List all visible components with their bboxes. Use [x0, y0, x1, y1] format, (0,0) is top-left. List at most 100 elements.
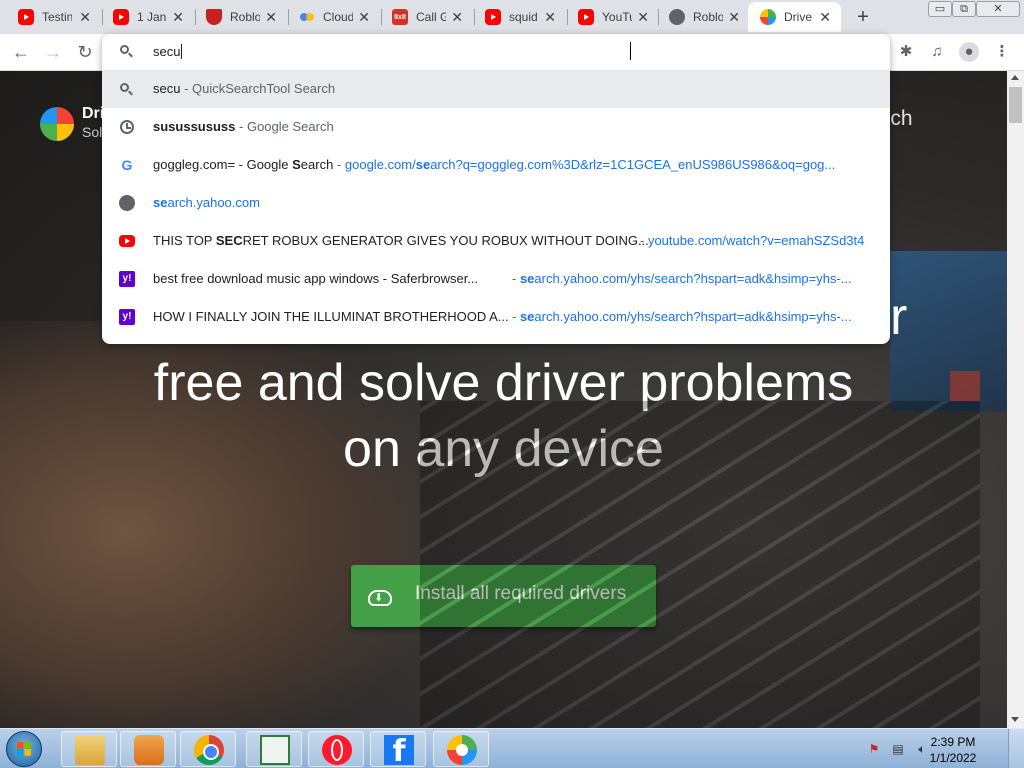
suggestion-separator: - — [512, 309, 520, 324]
youtube-icon — [578, 9, 594, 25]
history-clock-icon — [120, 120, 134, 134]
media-center-icon — [134, 735, 164, 765]
suggestion-text: THIS TOP SECRET ROBUX GENERATOR GIVES YO… — [153, 233, 649, 248]
suggestion-url: - youtube.com/watch?v=emahSZSd3t4 — [640, 233, 864, 248]
suggestion-5[interactable]: THIS TOP SECRET ROBUX GENERATOR GIVES YO… — [102, 222, 890, 260]
document-icon — [260, 735, 290, 765]
restore-button[interactable]: ⧉ — [952, 1, 976, 17]
suggestion-url-text: arch.yahoo.com/yhs/search?hspart=adk&hsi… — [534, 271, 852, 286]
suggestion-4[interactable]: search.yahoo.com — [102, 184, 890, 222]
tab-9-active[interactable]: Drive ✕ — [748, 2, 841, 32]
close-icon[interactable]: ✕ — [265, 9, 277, 25]
suggestion-3[interactable]: G goggleg.com= - Google Search - google.… — [102, 146, 890, 184]
suggestion-query-tail: RET ROBUX GENERATOR GIVES YOU ROBUX WITH… — [242, 233, 649, 248]
close-icon[interactable]: ✕ — [79, 9, 91, 25]
tab-5[interactable]: 8x8 Call G ✕ — [380, 2, 473, 32]
start-button[interactable] — [6, 731, 42, 767]
suggestion-text: susussususs - Google Search — [153, 119, 334, 134]
suggestion-url-match: se — [415, 157, 431, 172]
suggestion-query: secu — [153, 81, 181, 96]
menu-kebab-icon[interactable]: ⋮ — [992, 42, 1012, 62]
suggestion-url-match: se — [519, 309, 535, 324]
text-cursor-ibeam — [630, 42, 632, 60]
close-icon[interactable]: ✕ — [358, 9, 370, 25]
close-window-button[interactable]: ✕ — [976, 1, 1020, 17]
back-arrow-icon[interactable]: ← — [9, 40, 33, 64]
network-icon[interactable]: ▤ — [890, 742, 906, 756]
close-icon[interactable]: ✕ — [637, 9, 649, 25]
reload-icon[interactable]: ↻ — [73, 40, 97, 64]
windows-taskbar: f ⚑ ▤ 🔈︎ 2:39 PM 1/1/2022 — [0, 728, 1024, 768]
tab-title: Cloud — [323, 10, 353, 24]
suggestion-7[interactable]: y! HOW I FINALLY JOIN THE ILLUMINAT BROT… — [102, 298, 890, 336]
chrome-icon — [194, 735, 224, 765]
close-icon[interactable]: ✕ — [819, 9, 831, 25]
youtube-icon — [119, 235, 135, 247]
clock-time[interactable]: 2:39 PM — [925, 735, 981, 749]
extensions-puzzle-icon[interactable]: ✱ — [896, 42, 916, 62]
shield-icon — [206, 9, 222, 25]
suggestion-url: arch.yahoo.com — [167, 195, 260, 210]
suggestion-query: usussususs — [160, 119, 236, 134]
tab-8[interactable]: Roblo ✕ — [657, 2, 750, 32]
omnibox-text[interactable]: secu — [153, 44, 182, 59]
suggestion-query: goggleg.com= - Google — [153, 157, 293, 172]
tab-1[interactable]: Testin ✕ — [6, 2, 101, 32]
omnibox-dropdown: secu secu - QuickSearchTool Search susus… — [102, 34, 890, 344]
close-icon[interactable]: ✕ — [544, 9, 556, 25]
scroll-down-arrow-icon[interactable] — [1011, 717, 1019, 722]
taskbar-app-chrome-canary[interactable] — [433, 731, 489, 767]
close-icon[interactable]: ✕ — [451, 9, 463, 25]
suggestion-url: google.com/ — [344, 157, 416, 172]
suggestion-2[interactable]: susussususs - Google Search — [102, 108, 890, 146]
suggestion-url-match: se — [153, 195, 168, 210]
tab-3[interactable]: Roblo ✕ — [194, 2, 287, 32]
install-drivers-button[interactable]: Install all required drivers — [351, 565, 656, 627]
suggestion-separator: - — [640, 233, 648, 248]
close-icon[interactable]: ✕ — [172, 9, 184, 25]
facebook-icon: f — [384, 735, 414, 768]
scroll-thumb[interactable] — [1009, 87, 1022, 123]
close-icon[interactable]: ✕ — [728, 9, 740, 25]
site-logo-icon[interactable] — [40, 107, 74, 141]
suggestion-1[interactable]: secu - QuickSearchTool Search — [102, 70, 890, 108]
clock-date[interactable]: 1/1/2022 — [925, 751, 981, 765]
taskbar-app-explorer[interactable] — [61, 731, 117, 767]
action-center-flag-icon[interactable]: ⚑ — [866, 742, 882, 756]
suggestion-6[interactable]: y! best free download music app windows … — [102, 260, 890, 298]
minimize-button[interactable]: ▭ — [928, 1, 952, 17]
tab-title: squid — [509, 10, 538, 24]
suggestion-match: SEC — [215, 233, 243, 248]
search-icon — [120, 83, 136, 99]
suggestion-text: best free download music app windows - S… — [153, 271, 479, 286]
tab-7[interactable]: YouTu ✕ — [566, 2, 659, 32]
tab-title: YouTu — [602, 10, 632, 24]
media-control-icon[interactable]: ♫ — [927, 42, 947, 62]
suggestion-query-tail: earch — [300, 157, 334, 172]
site-logo-text[interactable]: Dri Sol — [82, 105, 104, 141]
suggestion-separator: - — [235, 119, 247, 134]
youtube-icon — [485, 9, 501, 25]
taskbar-app-document[interactable] — [246, 731, 302, 767]
profile-avatar-icon[interactable]: ● — [959, 42, 979, 62]
taskbar-app-media[interactable] — [120, 731, 176, 767]
taskbar-app-chrome[interactable] — [180, 731, 236, 767]
show-desktop-button[interactable] — [1008, 729, 1024, 768]
omnibox-input[interactable]: secu — [102, 34, 890, 70]
scroll-up-arrow-icon[interactable] — [1011, 75, 1019, 80]
taskbar-app-opera[interactable] — [308, 731, 364, 767]
tab-4[interactable]: Cloud ✕ — [287, 2, 380, 32]
search-icon — [120, 45, 134, 59]
tab-title: Roblo — [230, 10, 260, 24]
driver-icon — [760, 9, 776, 25]
suggestion-url: - search.yahoo.com/yhs/search?hspart=adk… — [512, 309, 852, 324]
new-tab-button[interactable]: + — [852, 6, 874, 29]
suggestion-text: goggleg.com= - Google Search - google.co… — [153, 157, 835, 172]
suggestion-text: secu - QuickSearchTool Search — [153, 81, 335, 96]
page-scrollbar[interactable] — [1007, 71, 1024, 728]
taskbar-app-facebook[interactable]: f — [370, 731, 426, 768]
site-logo-text-2: Sol — [82, 124, 103, 140]
forward-arrow-icon[interactable]: → — [41, 40, 65, 64]
tab-2[interactable]: 1 Jan ✕ — [101, 2, 194, 32]
tab-6[interactable]: squid ✕ — [473, 2, 566, 32]
